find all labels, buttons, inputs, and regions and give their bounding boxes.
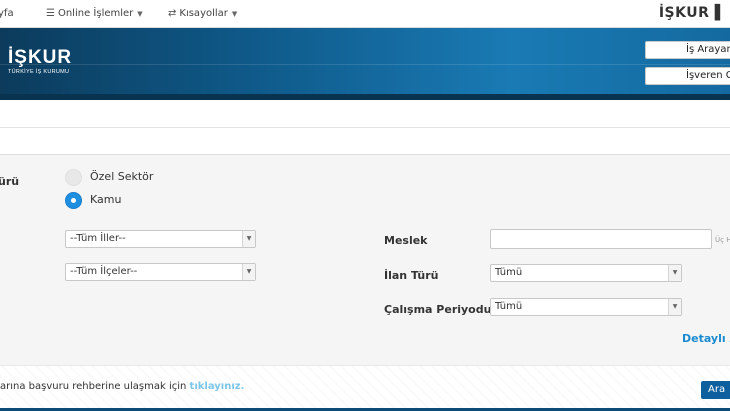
detailed-search-link[interactable]: Detaylı A (682, 332, 730, 345)
radio-button-selected[interactable] (65, 192, 82, 209)
guide-text: arına başvuru rehberine ulaşmak için tık… (0, 381, 244, 392)
work-period-select-value: Tümü (495, 301, 523, 312)
ad-type-select[interactable]: Tümü ▼ (490, 264, 682, 282)
top-navigation: yfa ☰ Online İşlemler ▼ ⇄ Kısayollar ▼ İŞKUR… (0, 0, 730, 28)
ad-type-select-value: Tümü (495, 267, 523, 278)
radio-button[interactable] (65, 169, 82, 186)
district-select-value: --Tüm İlçeler-- (70, 266, 138, 277)
radio-label: Özel Sektör (90, 170, 154, 183)
shuffle-icon: ⇄ (168, 8, 177, 19)
work-period-label: Çalışma Periyodu (384, 303, 492, 316)
iskur-logo[interactable]: İŞKUR TÜRKİYE İŞ KURUMU (8, 47, 73, 76)
chevron-down-icon: ▼ (242, 231, 255, 247)
province-select-value: --Tüm İller-- (70, 233, 126, 244)
breadcrumb-bar (0, 100, 730, 128)
occupation-input[interactable] (490, 229, 712, 249)
brand-title: İŞKUR ▌ (658, 5, 726, 21)
logo-wordmark: İŞKUR (8, 47, 73, 68)
occupation-hint: Üç H (715, 236, 730, 244)
work-period-select[interactable]: Tümü ▼ (490, 298, 682, 316)
district-select[interactable]: --Tüm İlçeler-- ▼ (65, 263, 256, 281)
ad-type-label: İlan Türü (384, 269, 439, 282)
section-header-bar (0, 128, 730, 155)
nav-online-label: Online İşlemler (57, 8, 134, 19)
province-select[interactable]: --Tüm İller-- ▼ (65, 230, 256, 248)
chevron-down-icon: ▼ (668, 299, 681, 315)
logo-subtitle: TÜRKİYE İŞ KURUMU (8, 69, 70, 75)
sector-type-label: ürü (0, 175, 20, 188)
chevron-down-icon: ▼ (668, 265, 681, 281)
radio-label: Kamu (90, 193, 122, 206)
guide-link[interactable]: tıklayınız. (190, 381, 245, 392)
nav-shortcuts-label: Kısayollar (179, 8, 228, 19)
job-seeker-button[interactable]: İş Arayan (645, 41, 730, 59)
nav-home-link[interactable]: yfa (0, 8, 14, 19)
caret-down-icon: ▼ (231, 10, 238, 18)
nav-shortcuts[interactable]: ⇄ Kısayollar ▼ (168, 8, 237, 19)
job-search-form (0, 155, 730, 365)
guide-text-body: arına başvuru rehberine ulaşmak için (0, 381, 190, 392)
banner-decoration (0, 64, 730, 65)
nav-online-operations[interactable]: ☰ Online İşlemler ▼ (46, 8, 143, 19)
list-icon: ☰ (46, 8, 55, 19)
caret-down-icon: ▼ (137, 10, 143, 18)
employer-button[interactable]: İşveren Gi (645, 67, 730, 85)
occupation-label: Meslek (384, 234, 428, 247)
header-banner: İŞKUR TÜRKİYE İŞ KURUMU İş Arayan İşvere… (0, 28, 730, 100)
search-button[interactable]: Ara (701, 381, 730, 399)
chevron-down-icon: ▼ (242, 264, 255, 280)
